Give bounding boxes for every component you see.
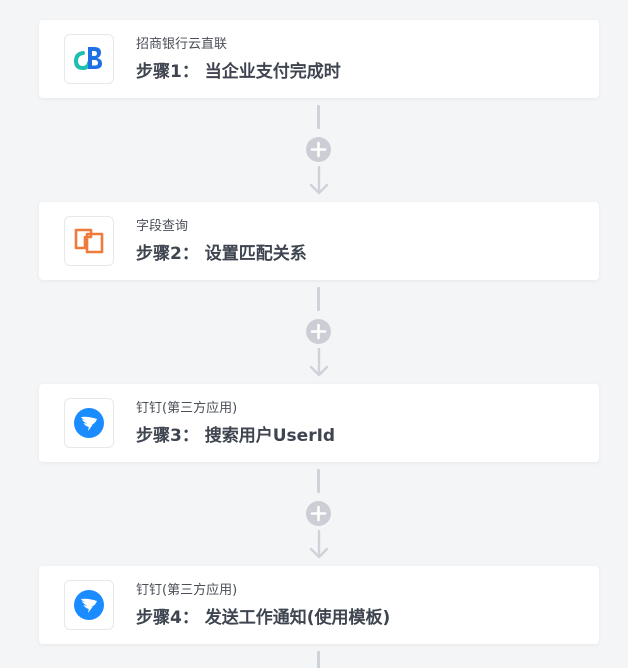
step-title: 步骤2： 设置匹配关系 (136, 244, 307, 264)
step-app-name: 招商银行云直联 (136, 37, 228, 52)
arrow-down-icon (309, 530, 329, 559)
add-step-button[interactable] (306, 137, 331, 162)
step-app-name: 钉钉(第三方应用) (136, 401, 238, 416)
dingtalk-icon (64, 580, 114, 630)
connector (305, 287, 333, 377)
connector-line (317, 469, 320, 493)
dingtalk-icon (64, 398, 114, 448)
cmb-bank-icon (64, 34, 114, 84)
connector-line (317, 287, 320, 311)
step-card-1[interactable]: 招商银行云直联 步骤1： 当企业支付完成时 (39, 20, 599, 98)
step-card-3[interactable]: 钉钉(第三方应用) 步骤3： 搜索用户UserId (39, 384, 599, 462)
step-card-4[interactable]: 钉钉(第三方应用) 步骤4： 发送工作通知(使用模板) (39, 566, 599, 644)
add-step-button[interactable] (306, 319, 331, 344)
arrow-down-icon (309, 166, 329, 195)
step-app-name: 字段查询 (136, 219, 189, 234)
connector (305, 105, 333, 195)
field-query-icon (64, 216, 114, 266)
step-card-2[interactable]: 字段查询 步骤2： 设置匹配关系 (39, 202, 599, 280)
step-app-name: 钉钉(第三方应用) (136, 583, 238, 598)
connector-line (317, 651, 320, 668)
connector-line (317, 105, 320, 129)
step-title: 步骤3： 搜索用户UserId (136, 426, 336, 446)
add-step-button[interactable] (306, 501, 331, 526)
plus-icon (310, 141, 327, 158)
plus-icon (310, 505, 327, 522)
workflow-canvas: 招商银行云直联 步骤1： 当企业支付完成时 字段查询 步骤2： 设置匹配关系 钉… (0, 0, 628, 668)
connector (305, 469, 333, 559)
arrow-down-icon (309, 348, 329, 377)
step-title: 步骤4： 发送工作通知(使用模板) (136, 608, 391, 628)
step-title: 步骤1： 当企业支付完成时 (136, 62, 341, 82)
plus-icon (310, 323, 327, 340)
